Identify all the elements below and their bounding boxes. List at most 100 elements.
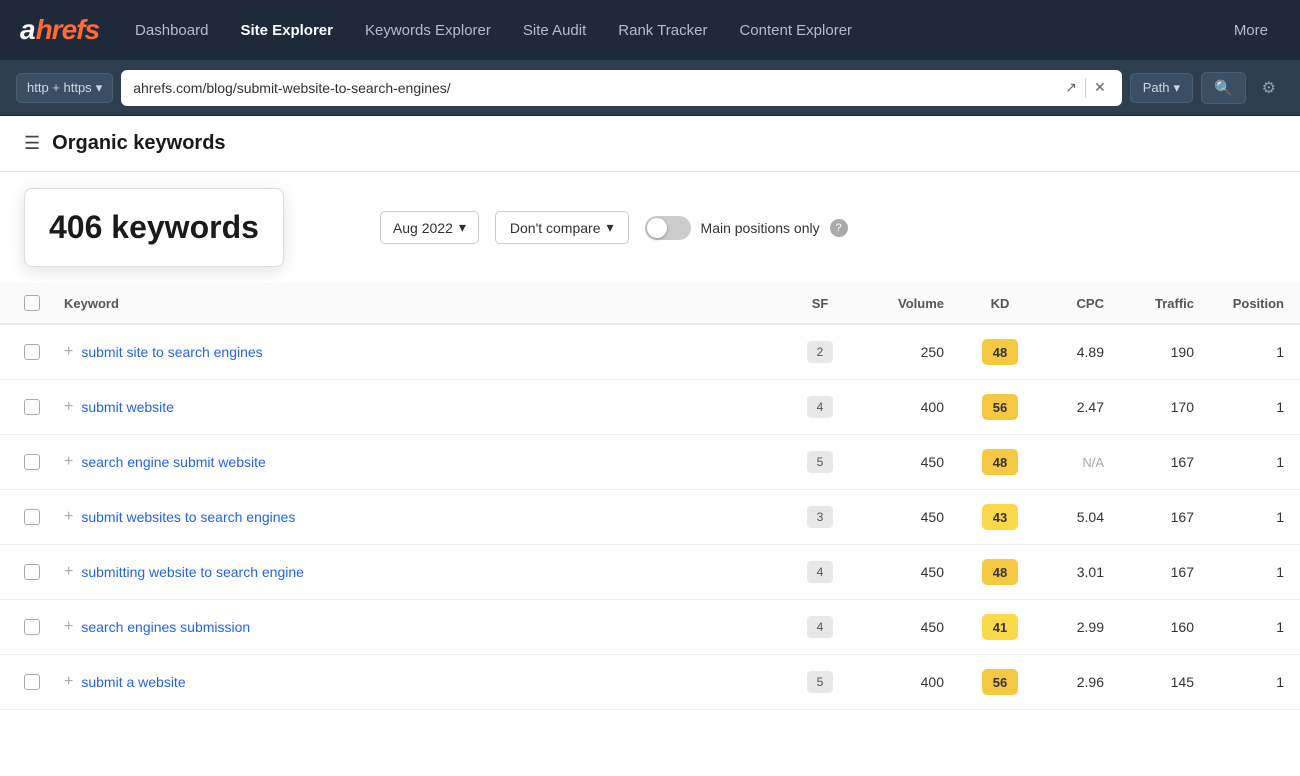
row-keyword-cell-4: + submitting website to search engine bbox=[48, 545, 780, 600]
add-keyword-icon-5[interactable]: + bbox=[64, 619, 73, 635]
row-checkbox-0[interactable] bbox=[24, 344, 40, 360]
select-all-checkbox[interactable] bbox=[24, 295, 40, 311]
kd-badge-1: 56 bbox=[982, 394, 1018, 420]
compare-chevron: ▾ bbox=[607, 219, 614, 236]
table-row: + submit a website 5 400 56 2.96 145 1 bbox=[0, 655, 1300, 710]
th-position[interactable]: Position bbox=[1210, 283, 1300, 324]
row-checkbox-cell-1 bbox=[0, 380, 48, 435]
keyword-link-6[interactable]: submit a website bbox=[81, 674, 185, 690]
row-position-6: 1 bbox=[1210, 655, 1300, 710]
keyword-link-4[interactable]: submitting website to search engine bbox=[81, 564, 304, 580]
th-cpc[interactable]: CPC bbox=[1040, 283, 1120, 324]
help-icon[interactable]: ? bbox=[830, 219, 848, 237]
table-header-row: Keyword SF Volume KD CPC Traffic Positio… bbox=[0, 283, 1300, 324]
th-select-all[interactable] bbox=[0, 283, 48, 324]
add-keyword-icon-6[interactable]: + bbox=[64, 674, 73, 690]
nav-keywords-explorer[interactable]: Keywords Explorer bbox=[353, 14, 503, 47]
sf-badge-0: 2 bbox=[807, 341, 833, 363]
add-keyword-icon-1[interactable]: + bbox=[64, 399, 73, 415]
toggle-knob bbox=[647, 218, 667, 238]
external-link-icon[interactable]: ↗ bbox=[1061, 75, 1081, 100]
row-volume-4: 450 bbox=[860, 545, 960, 600]
settings-icon: ⚙ bbox=[1262, 80, 1276, 97]
keyword-link-1[interactable]: submit website bbox=[81, 399, 174, 415]
row-volume-2: 450 bbox=[860, 435, 960, 490]
th-kd[interactable]: KD bbox=[960, 283, 1040, 324]
row-position-3: 1 bbox=[1210, 490, 1300, 545]
path-button[interactable]: Path ▾ bbox=[1130, 73, 1193, 103]
nav-site-explorer[interactable]: Site Explorer bbox=[228, 14, 345, 47]
row-sf-4: 4 bbox=[780, 545, 860, 600]
row-cpc-2: N/A bbox=[1040, 435, 1120, 490]
keyword-link-5[interactable]: search engines submission bbox=[81, 619, 250, 635]
keywords-tooltip: 406 keywords bbox=[24, 188, 284, 267]
compare-label: Don't compare bbox=[510, 220, 601, 236]
compare-filter[interactable]: Don't compare ▾ bbox=[495, 211, 629, 244]
row-volume-3: 450 bbox=[860, 490, 960, 545]
table-row: + search engines submission 4 450 41 2.9… bbox=[0, 600, 1300, 655]
nav-dashboard[interactable]: Dashboard bbox=[123, 14, 220, 47]
th-keyword[interactable]: Keyword bbox=[48, 283, 780, 324]
logo[interactable]: ahrefs bbox=[20, 14, 99, 46]
hamburger-icon[interactable]: ☰ bbox=[24, 133, 40, 154]
table-container: Keyword SF Volume KD CPC Traffic Positio… bbox=[0, 283, 1300, 710]
th-traffic[interactable]: Traffic bbox=[1120, 283, 1210, 324]
row-keyword-cell-5: + search engines submission bbox=[48, 600, 780, 655]
search-icon: 🔍 bbox=[1214, 80, 1233, 97]
kd-badge-6: 56 bbox=[982, 669, 1018, 695]
search-button[interactable]: 🔍 bbox=[1201, 72, 1246, 104]
th-volume[interactable]: Volume bbox=[860, 283, 960, 324]
row-checkbox-3[interactable] bbox=[24, 509, 40, 525]
row-position-0: 1 bbox=[1210, 324, 1300, 380]
row-keyword-cell-0: + submit site to search engines bbox=[48, 324, 780, 380]
keyword-link-2[interactable]: search engine submit website bbox=[81, 454, 265, 470]
nav-rank-tracker[interactable]: Rank Tracker bbox=[606, 14, 719, 47]
path-label: Path bbox=[1143, 80, 1170, 95]
toggle-label: Main positions only bbox=[701, 220, 820, 236]
row-volume-6: 400 bbox=[860, 655, 960, 710]
row-sf-6: 5 bbox=[780, 655, 860, 710]
protocol-selector[interactable]: http + https ▾ bbox=[16, 73, 113, 103]
table-row: + submit site to search engines 2 250 48… bbox=[0, 324, 1300, 380]
url-divider bbox=[1085, 78, 1086, 98]
nav-site-audit[interactable]: Site Audit bbox=[511, 14, 598, 47]
row-checkbox-4[interactable] bbox=[24, 564, 40, 580]
keywords-count: 406 keywords bbox=[49, 209, 259, 245]
keyword-link-0[interactable]: submit site to search engines bbox=[81, 344, 262, 360]
row-kd-5: 41 bbox=[960, 600, 1040, 655]
row-keyword-cell-6: + submit a website bbox=[48, 655, 780, 710]
row-kd-0: 48 bbox=[960, 324, 1040, 380]
nav-more[interactable]: More bbox=[1222, 14, 1280, 47]
top-navigation: ahrefs Dashboard Site Explorer Keywords … bbox=[0, 0, 1300, 60]
row-sf-0: 2 bbox=[780, 324, 860, 380]
logo-a: a bbox=[20, 14, 36, 46]
th-sf[interactable]: SF bbox=[780, 283, 860, 324]
url-display[interactable]: ahrefs.com/blog/submit-website-to-search… bbox=[133, 80, 1061, 96]
row-kd-1: 56 bbox=[960, 380, 1040, 435]
row-cpc-6: 2.96 bbox=[1040, 655, 1120, 710]
row-kd-4: 48 bbox=[960, 545, 1040, 600]
row-checkbox-2[interactable] bbox=[24, 454, 40, 470]
logo-text: hrefs bbox=[36, 14, 99, 46]
row-cpc-4: 3.01 bbox=[1040, 545, 1120, 600]
sf-badge-5: 4 bbox=[807, 616, 833, 638]
close-url-icon[interactable]: ✕ bbox=[1090, 75, 1110, 100]
row-checkbox-5[interactable] bbox=[24, 619, 40, 635]
row-cpc-5: 2.99 bbox=[1040, 600, 1120, 655]
date-filter[interactable]: Aug 2022 ▾ bbox=[380, 211, 479, 244]
row-cpc-0: 4.89 bbox=[1040, 324, 1120, 380]
add-keyword-icon-2[interactable]: + bbox=[64, 454, 73, 470]
sf-badge-3: 3 bbox=[807, 506, 833, 528]
row-checkbox-6[interactable] bbox=[24, 674, 40, 690]
add-keyword-icon-0[interactable]: + bbox=[64, 344, 73, 360]
add-keyword-icon-4[interactable]: + bbox=[64, 564, 73, 580]
nav-content-explorer[interactable]: Content Explorer bbox=[727, 14, 864, 47]
main-positions-toggle[interactable] bbox=[645, 216, 691, 240]
settings-button[interactable]: ⚙ bbox=[1254, 74, 1284, 102]
row-sf-5: 4 bbox=[780, 600, 860, 655]
row-checkbox-1[interactable] bbox=[24, 399, 40, 415]
add-keyword-icon-3[interactable]: + bbox=[64, 509, 73, 525]
page-title: Organic keywords bbox=[52, 132, 225, 155]
table-row: + submit websites to search engines 3 45… bbox=[0, 490, 1300, 545]
keyword-link-3[interactable]: submit websites to search engines bbox=[81, 509, 295, 525]
